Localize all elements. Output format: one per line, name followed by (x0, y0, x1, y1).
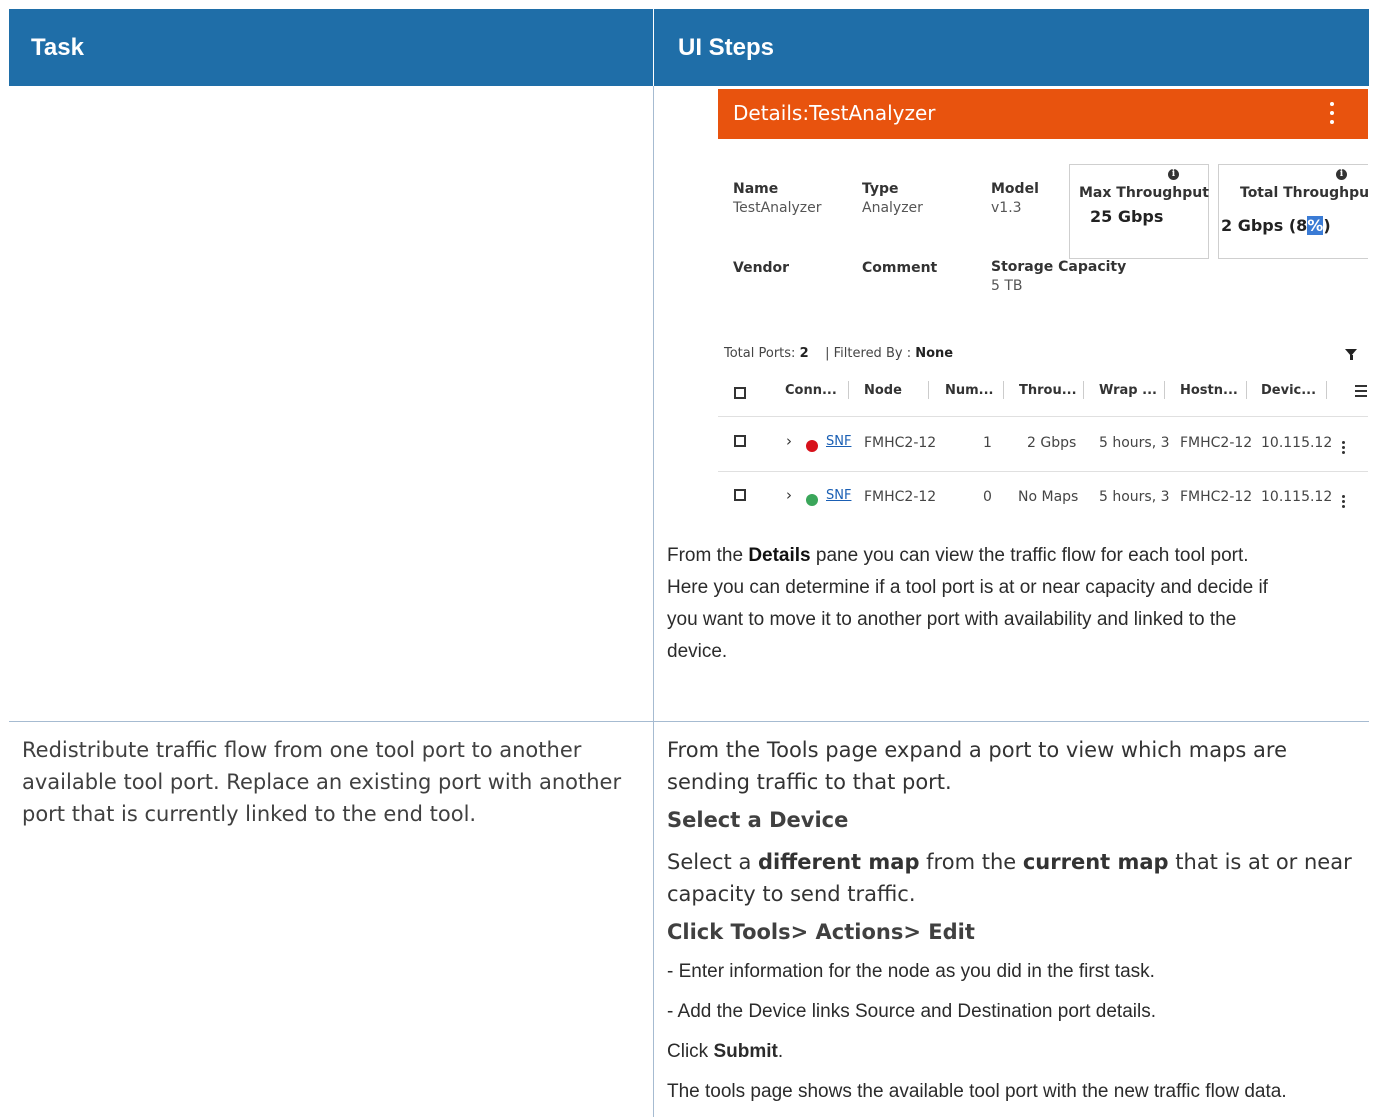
info-icon[interactable]: i (1168, 169, 1179, 180)
select-all-checkbox[interactable] (734, 387, 746, 399)
type-value: Analyzer (862, 200, 923, 216)
wrap-cell: 5 hours, 3 (1099, 489, 1170, 505)
column-separator (1083, 381, 1084, 399)
column-menu-icon[interactable] (1355, 385, 1367, 400)
total-throughput-label: Total Throughput (1240, 185, 1368, 201)
click-submit-step: Click Submit. (667, 1041, 784, 1062)
column-separator (928, 381, 929, 399)
max-throughput-box: i Max Throughput 25 Gbps (1069, 164, 1209, 259)
header-ui-steps: UI Steps (654, 9, 1369, 86)
num-cell: 1 (983, 435, 992, 451)
heading-select-device: Select a Device (667, 808, 849, 832)
bullet-add-links: - Add the Device links Source and Destin… (667, 1001, 1156, 1022)
column-divider (653, 86, 654, 1117)
max-throughput-value: 25 Gbps (1090, 207, 1164, 226)
column-separator (848, 381, 849, 399)
column-separator (1326, 381, 1327, 399)
storage-capacity-label: Storage Capacity (991, 259, 1127, 275)
type-label: Type (862, 181, 899, 197)
device-cell: 10.115.12 (1261, 489, 1333, 505)
more-options-icon[interactable] (1330, 102, 1334, 126)
node-cell: FMHC2-12 (864, 489, 937, 505)
column-header[interactable]: Devic... (1261, 383, 1316, 398)
status-red-icon (806, 440, 818, 452)
max-throughput-label: Max Throughput (1079, 185, 1209, 201)
hostname-cell: FMHC2-12 (1180, 489, 1253, 505)
step-expand-port: From the Tools page expand a port to vie… (667, 738, 1288, 794)
final-step: The tools page shows the available tool … (667, 1081, 1287, 1102)
task-description: Redistribute traffic flow from one tool … (22, 738, 622, 826)
connection-link[interactable]: SNF (826, 434, 851, 449)
column-separator (1246, 381, 1247, 399)
row-actions-icon[interactable] (1342, 495, 1345, 510)
info-icon[interactable]: i (1336, 169, 1347, 180)
device-cell: 10.115.12 (1261, 435, 1333, 451)
throughput-cell: 2 Gbps (1027, 435, 1077, 451)
details-pane-screenshot: Details:TestAnalyzer Name TestAnalyzer T… (718, 89, 1368, 520)
hostname-cell: FMHC2-12 (1180, 435, 1253, 451)
wrap-cell: 5 hours, 3 (1099, 435, 1170, 451)
column-header[interactable]: Hostn... (1180, 383, 1238, 398)
column-header[interactable]: Wrap ... (1099, 383, 1157, 398)
column-separator (1164, 381, 1165, 399)
details-title: Details:TestAnalyzer (733, 101, 936, 125)
model-value: v1.3 (991, 200, 1022, 216)
column-header[interactable]: Conn... (785, 383, 837, 398)
total-throughput-box: i Total Throughput 2 Gbps (8%) (1218, 164, 1368, 259)
storage-capacity-value: 5 TB (991, 278, 1023, 294)
row-divider (9, 721, 1369, 722)
model-label: Model (991, 181, 1039, 197)
ports-summary: Total Ports: 2 | Filtered By : None (724, 346, 954, 361)
num-cell: 0 (983, 489, 992, 505)
bullet-enter-info: - Enter information for the node as you … (667, 961, 1155, 982)
expand-chevron-icon[interactable]: › (786, 486, 792, 504)
column-header[interactable]: Num... (945, 383, 994, 398)
row-actions-icon[interactable] (1342, 441, 1345, 456)
row-separator (718, 471, 1368, 472)
status-green-icon (806, 494, 818, 506)
details-description: From the Details pane you can view the t… (667, 545, 1268, 662)
header-task: Task (9, 9, 653, 86)
total-throughput-value: 2 Gbps (8%) (1221, 216, 1331, 235)
node-cell: FMHC2-12 (864, 435, 937, 451)
row-separator (718, 416, 1368, 417)
expand-chevron-icon[interactable]: › (786, 432, 792, 450)
vendor-label: Vendor (733, 260, 790, 276)
name-value: TestAnalyzer (733, 200, 822, 216)
row-checkbox[interactable] (734, 489, 746, 501)
column-header[interactable]: Node (864, 383, 902, 398)
throughput-cell: No Maps (1018, 489, 1079, 505)
details-title-bar: Details:TestAnalyzer (718, 89, 1368, 139)
column-header[interactable]: Throu... (1019, 383, 1077, 398)
step-select-map: Select a different map from the current … (667, 850, 1352, 906)
comment-label: Comment (862, 260, 938, 276)
filter-icon[interactable] (1345, 349, 1357, 360)
row-checkbox[interactable] (734, 435, 746, 447)
column-separator (1003, 381, 1004, 399)
name-label: Name (733, 181, 779, 197)
connection-link[interactable]: SNF (826, 488, 851, 503)
heading-click-tools: Click Tools> Actions> Edit (667, 920, 975, 944)
